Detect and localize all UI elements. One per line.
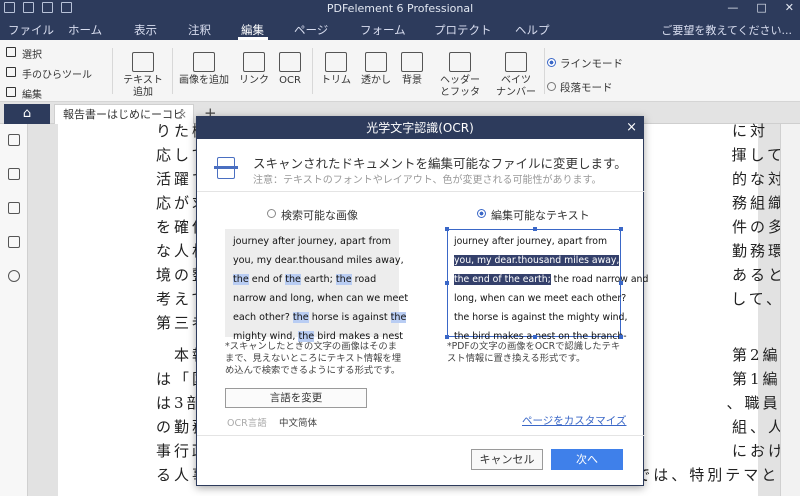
editable-text-option[interactable]: 編集可能なテキスト xyxy=(477,207,590,223)
paragraph-mode-radio[interactable]: 段落モード xyxy=(547,80,613,95)
window-controls: — □ ✕ xyxy=(727,1,794,14)
ribbon-divider xyxy=(544,48,545,94)
divider xyxy=(197,435,645,436)
menu-view[interactable]: 表示 xyxy=(134,22,157,38)
radio-selected-icon xyxy=(477,209,486,218)
thumbnails-icon[interactable] xyxy=(8,134,20,146)
ocr-language-value: 中文简体 xyxy=(279,418,318,429)
resize-handle[interactable] xyxy=(445,281,449,285)
line-mode-radio[interactable]: ラインモード xyxy=(547,56,623,71)
resize-handle[interactable] xyxy=(619,281,623,285)
watermark-button[interactable]: 透かし xyxy=(358,52,394,87)
editable-text-preview: journey after journey, apart from you, m… xyxy=(447,229,649,342)
resize-handle[interactable] xyxy=(533,335,537,339)
divider xyxy=(197,191,645,192)
cursor-icon xyxy=(6,47,16,57)
ribbon-divider xyxy=(172,48,173,94)
menu-bar: ファイル ホーム 表示 注釈 編集 ページ フォーム プロテクト ヘルプ ご要望… xyxy=(0,18,800,40)
menu-form[interactable]: フォーム xyxy=(360,22,406,38)
edit-icon xyxy=(6,87,16,97)
background-button[interactable]: 背景 xyxy=(396,52,428,87)
window-title: PDFelement 6 Professional xyxy=(326,2,474,15)
editable-text-description: *PDFの文字の画像をOCRで認識したテキ スト情報に置き換える形式です。 xyxy=(447,341,621,364)
next-button[interactable]: 次へ xyxy=(551,449,623,470)
ocr-icon xyxy=(279,52,301,72)
hand-icon xyxy=(6,67,16,77)
resize-handle[interactable] xyxy=(619,227,623,231)
attachment-icon[interactable] xyxy=(8,236,20,248)
highlighted-line: the end of the earth; the road xyxy=(233,274,377,285)
resize-handle[interactable] xyxy=(619,335,623,339)
searchable-image-preview: journey after journey, apart from you, m… xyxy=(225,229,408,342)
crop-button[interactable]: トリム xyxy=(318,52,354,87)
dialog-note: 注意：テキストのフォントやレイアウト、色が変更される可能性があります。 xyxy=(253,175,602,186)
add-text-button[interactable]: テキスト 追加 xyxy=(120,52,166,99)
ocr-dialog: 光学文字認識(OCR) × スキャンされたドキュメントを編集可能なファイルに変更… xyxy=(196,116,649,486)
ribbon-divider xyxy=(312,48,313,94)
title-bar: PDFelement 6 Professional — □ ✕ xyxy=(0,0,800,18)
dialog-description: スキャンされたドキュメントを編集可能なファイルに変更します。 xyxy=(253,156,627,171)
maximize-icon[interactable]: □ xyxy=(756,1,766,14)
searchable-image-option[interactable]: 検索可能な画像 xyxy=(267,207,358,223)
bates-number-button[interactable]: ベイツ ナンバー xyxy=(494,52,538,99)
add-image-button[interactable]: 画像を追加 xyxy=(176,52,232,87)
edit-ribbon: 選択 手のひらツール 編集 テキスト 追加 画像を追加 リンク OCR トリム 透… xyxy=(0,40,800,110)
home-tab[interactable]: ⌂ xyxy=(4,104,50,124)
radio-icon xyxy=(267,209,276,218)
cancel-button[interactable]: キャンセル xyxy=(471,449,543,470)
menu-edit[interactable]: 編集 xyxy=(241,22,264,38)
watermark-icon xyxy=(365,52,387,72)
menu-help[interactable]: ヘルプ xyxy=(515,22,550,38)
crop-icon xyxy=(325,52,347,72)
edit-tool[interactable]: 編集 xyxy=(6,86,42,101)
highlighted-line: each other? the horse is against the xyxy=(233,312,407,323)
menu-page[interactable]: ページ xyxy=(294,22,328,38)
radio-icon xyxy=(547,82,556,91)
ocr-button[interactable]: OCR xyxy=(276,52,304,87)
menu-comment[interactable]: 注釈 xyxy=(188,22,211,38)
change-language-button[interactable]: 言語を変更 xyxy=(225,388,367,408)
menu-protect[interactable]: プロテクト xyxy=(434,22,492,38)
image-icon xyxy=(193,52,215,72)
link-icon xyxy=(243,52,265,72)
left-sidebar xyxy=(0,124,28,496)
resize-handle[interactable] xyxy=(445,335,449,339)
selected-line: you, my dear.thousand miles away, xyxy=(454,255,620,266)
searchable-image-description: *スキャンしたときの文字の画像はそのま まで、見えないところにテキスト情報を埋 … xyxy=(225,341,401,376)
scan-document-icon xyxy=(214,157,238,179)
ribbon-divider xyxy=(112,48,113,94)
customize-pages-link[interactable]: ページをカスタマイズ xyxy=(522,413,626,428)
bookmark-icon[interactable] xyxy=(8,168,20,180)
ocr-language-label: OCR言語 xyxy=(227,418,267,429)
resize-handle[interactable] xyxy=(533,227,537,231)
header-footer-icon xyxy=(449,52,471,72)
background-icon xyxy=(401,52,423,72)
selected-line: the end of the earth; the road narrow an… xyxy=(454,274,649,285)
right-panel-bar[interactable] xyxy=(780,124,800,496)
hand-tool[interactable]: 手のひらツール xyxy=(6,66,92,81)
resize-handle[interactable] xyxy=(445,227,449,231)
home-icon: ⌂ xyxy=(22,106,32,121)
radio-selected-icon xyxy=(547,58,556,67)
dialog-title: 光学文字認識(OCR) xyxy=(366,121,474,135)
dialog-header: 光学文字認識(OCR) × xyxy=(197,117,643,139)
link-button[interactable]: リンク xyxy=(236,52,272,87)
bates-icon xyxy=(505,52,527,72)
dialog-close-icon[interactable]: × xyxy=(626,117,637,139)
menu-file[interactable]: ファイル xyxy=(8,22,54,38)
menu-home[interactable]: ホーム xyxy=(68,22,102,38)
feedback-link[interactable]: ご要望を教えてください... xyxy=(661,22,792,38)
close-window-icon[interactable]: ✕ xyxy=(785,1,794,14)
comment-icon[interactable] xyxy=(8,202,20,214)
search-icon[interactable] xyxy=(8,270,20,282)
select-tool[interactable]: 選択 xyxy=(6,46,42,61)
minimize-icon[interactable]: — xyxy=(727,1,738,14)
text-icon xyxy=(132,52,154,72)
